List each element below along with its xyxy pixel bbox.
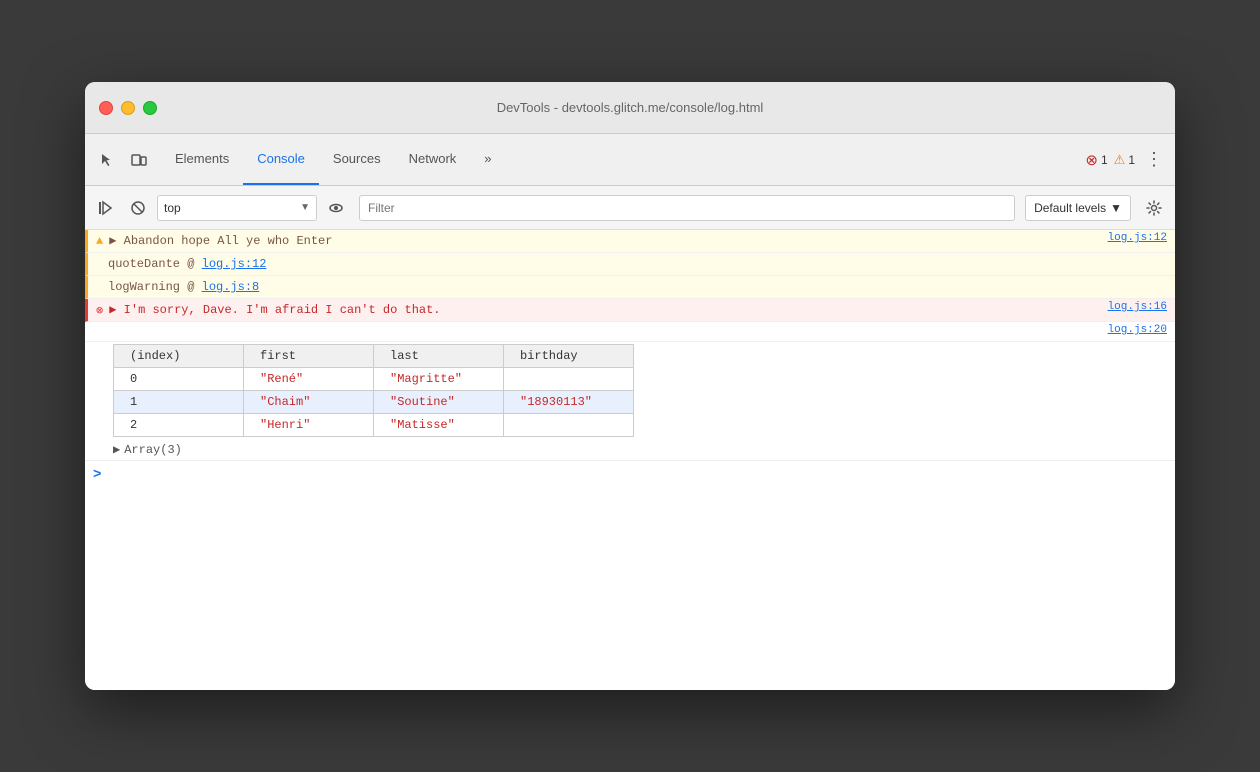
table-row: 0"René""Magritte": [114, 368, 634, 391]
device-toggle-button[interactable]: [125, 146, 153, 174]
context-select-text: top: [164, 201, 296, 215]
more-options-button[interactable]: ⋮: [1141, 149, 1167, 170]
device-icon: [131, 152, 147, 168]
close-button[interactable]: [99, 101, 113, 115]
log-entry-warning: ▲ ▶ Abandon hope All ye who Enter log.js…: [85, 230, 1175, 253]
execute-icon: [98, 200, 114, 216]
tab-sources[interactable]: Sources: [319, 134, 395, 185]
error-location[interactable]: log.js:16: [1096, 301, 1167, 313]
col-header-last: last: [374, 345, 504, 368]
filter-input[interactable]: [359, 195, 1015, 221]
tab-network[interactable]: Network: [395, 134, 471, 185]
context-select[interactable]: top ▼: [157, 195, 317, 221]
tab-elements[interactable]: Elements: [161, 134, 243, 185]
table-header-row: (index) first last birthday: [114, 345, 634, 368]
error-message[interactable]: ▶ I'm sorry, Dave. I'm afraid I can't do…: [109, 301, 1095, 319]
levels-label: Default levels: [1034, 201, 1106, 215]
warning-location[interactable]: log.js:12: [1096, 232, 1167, 244]
levels-dropdown[interactable]: Default levels ▼: [1025, 195, 1131, 221]
console-output: ▲ ▶ Abandon hope All ye who Enter log.js…: [85, 230, 1175, 690]
eye-icon: [328, 200, 344, 216]
console-toolbar: top ▼ Default levels ▼: [85, 186, 1175, 230]
array-label: Array(3): [124, 443, 182, 457]
stack-frame-1: quoteDante @ log.js:12: [108, 255, 1167, 273]
array-expandable[interactable]: ▶ Array(3): [85, 439, 1175, 460]
gear-icon: [1146, 200, 1162, 216]
minimize-button[interactable]: [121, 101, 135, 115]
chevron-down-icon: ▼: [300, 202, 310, 213]
col-header-first: first: [244, 345, 374, 368]
warning-icon: ⚠: [1114, 152, 1126, 168]
block-icon: [130, 200, 146, 216]
titlebar: DevTools - devtools.glitch.me/console/lo…: [85, 82, 1175, 134]
log-entry-error: ⊗ ▶ I'm sorry, Dave. I'm afraid I can't …: [85, 299, 1175, 322]
array-expand-icon: ▶: [113, 442, 120, 457]
devtools-window: DevTools - devtools.glitch.me/console/lo…: [85, 82, 1175, 690]
window-title: DevTools - devtools.glitch.me/console/lo…: [497, 100, 764, 115]
table-location-row: log.js:20: [85, 322, 1175, 342]
table-location[interactable]: log.js:20: [1096, 324, 1167, 336]
prompt-symbol: >: [93, 467, 101, 483]
tabbar-left-icons: [93, 134, 153, 185]
error-circle-icon: ⊗: [96, 303, 103, 318]
error-icon: ⊗: [1085, 151, 1098, 169]
tab-console[interactable]: Console: [243, 134, 319, 185]
levels-arrow: ▼: [1110, 201, 1122, 215]
execute-script-button[interactable]: [93, 195, 119, 221]
console-data-table: (index) first last birthday 0"René""Magr…: [113, 344, 634, 437]
log-stack-1: quoteDante @ log.js:12: [85, 253, 1175, 276]
stack-frame-2: logWarning @ log.js:8: [108, 278, 1167, 296]
warning-message[interactable]: ▶ Abandon hope All ye who Enter: [109, 232, 1095, 250]
table-row: 1"Chaim""Soutine""18930113": [114, 391, 634, 414]
live-expressions-button[interactable]: [323, 195, 349, 221]
table-row: 2"Henri""Matisse": [114, 414, 634, 437]
log-stack-2: logWarning @ log.js:8: [85, 276, 1175, 299]
col-header-index: (index): [114, 345, 244, 368]
col-header-birthday: birthday: [504, 345, 634, 368]
tabbar-right: ⊗ 1 ⚠ 1 ⋮: [1085, 134, 1167, 185]
maximize-button[interactable]: [143, 101, 157, 115]
warning-badge: ⚠ 1: [1114, 152, 1135, 168]
stack-link-1[interactable]: log.js:12: [202, 257, 267, 271]
traffic-lights: [99, 101, 157, 115]
stack-link-2[interactable]: log.js:8: [202, 280, 260, 294]
tab-more[interactable]: »: [470, 134, 505, 185]
tabbar: Elements Console Sources Network » ⊗ 1 ⚠…: [85, 134, 1175, 186]
warning-triangle-icon: ▲: [96, 234, 103, 248]
error-badge: ⊗ 1: [1085, 151, 1107, 169]
inspect-element-button[interactable]: [93, 146, 121, 174]
cursor-icon: [99, 152, 115, 168]
block-requests-button[interactable]: [125, 195, 151, 221]
settings-button[interactable]: [1141, 195, 1167, 221]
console-input[interactable]: [107, 468, 1167, 482]
table-body: 0"René""Magritte"1"Chaim""Soutine""18930…: [114, 368, 634, 437]
console-prompt: >: [85, 460, 1175, 489]
